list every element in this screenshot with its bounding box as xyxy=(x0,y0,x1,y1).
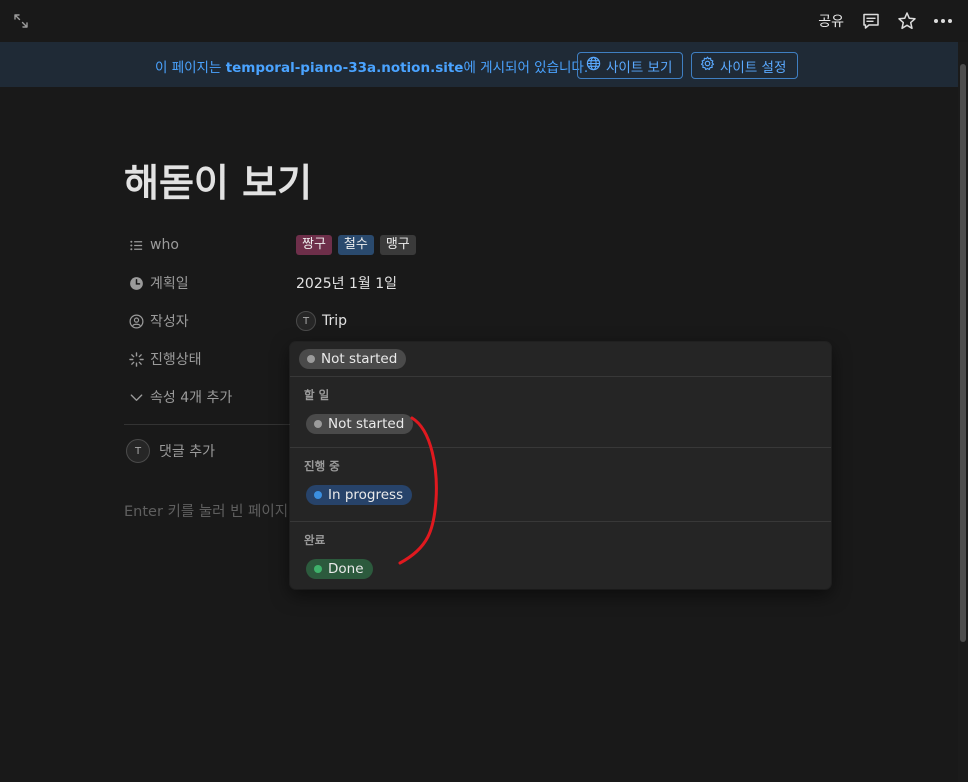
site-settings-label: 사이트 설정 xyxy=(720,59,787,76)
clock-icon xyxy=(128,275,144,291)
banner-text: 이 페이지는 temporal-piano-33a.notion.site에 게… xyxy=(155,60,589,76)
chevron-down-icon xyxy=(128,389,144,405)
avatar: T xyxy=(126,439,150,463)
add-comment-label: 댓글 추가 xyxy=(159,444,215,460)
status-option-done[interactable]: Done xyxy=(304,558,831,579)
tag: 철수 xyxy=(337,235,374,255)
avatar: T xyxy=(296,311,316,331)
status-pill[interactable]: Done xyxy=(306,559,373,579)
add-properties-button[interactable]: 속성 4개 추가 xyxy=(124,387,296,407)
status-pill[interactable]: In progress xyxy=(306,485,413,505)
add-comment-button[interactable]: T 댓글 추가 xyxy=(126,439,215,463)
published-banner: 이 페이지는 temporal-piano-33a.notion.site에 게… xyxy=(0,42,958,87)
status-group-in-progress: 진행 중 In progress xyxy=(290,448,831,522)
status-group-heading: 할 일 xyxy=(304,388,330,402)
tag: 맹구 xyxy=(379,235,416,255)
star-icon[interactable] xyxy=(896,10,918,32)
property-who: who 짱구 철수 맹구 xyxy=(124,231,584,259)
scrollbar-thumb[interactable] xyxy=(960,64,966,642)
status-search-input[interactable]: Not started xyxy=(290,342,831,377)
scrollbar[interactable] xyxy=(958,42,968,782)
property-label-planned-date[interactable]: 계획일 xyxy=(124,273,296,293)
status-option-not-started[interactable]: Not started xyxy=(304,413,831,434)
status-group-todo: 할 일 Not started xyxy=(290,377,831,448)
divider xyxy=(124,424,294,425)
status-group-heading: 완료 xyxy=(304,533,326,547)
property-value-who[interactable]: 짱구 철수 맹구 xyxy=(296,235,416,255)
person-icon xyxy=(128,313,144,329)
property-value-author[interactable]: T Trip xyxy=(296,311,347,331)
share-button[interactable]: 공유 xyxy=(816,9,846,33)
status-group-heading: 진행 중 xyxy=(304,459,340,473)
property-author: 작성자 T Trip xyxy=(124,307,584,335)
property-label-author[interactable]: 작성자 xyxy=(124,311,296,331)
property-planned-date: 계획일 2025년 1월 1일 xyxy=(124,269,584,297)
page-title[interactable]: 해돋이 보기 xyxy=(124,152,312,207)
banner-site-link[interactable]: temporal-piano-33a.notion.site xyxy=(226,60,464,76)
status-dropdown: Not started 할 일 Not started 진행 중 In prog… xyxy=(290,342,831,589)
view-site-button[interactable]: 사이트 보기 xyxy=(577,52,683,79)
list-icon xyxy=(128,237,144,253)
selected-status-pill[interactable]: Not started xyxy=(299,349,407,369)
more-icon[interactable] xyxy=(932,10,954,32)
comment-icon[interactable] xyxy=(860,10,882,32)
property-value-planned-date[interactable]: 2025년 1월 1일 xyxy=(296,273,397,293)
status-option-in-progress[interactable]: In progress xyxy=(304,484,831,505)
status-dot xyxy=(307,355,315,363)
status-dot xyxy=(314,565,322,573)
author-name: Trip xyxy=(322,313,348,329)
view-site-label: 사이트 보기 xyxy=(606,59,673,76)
globe-icon xyxy=(586,56,601,75)
property-label-who[interactable]: who xyxy=(124,237,296,253)
status-dot xyxy=(314,420,322,428)
tag: 짱구 xyxy=(296,235,332,255)
expand-icon[interactable] xyxy=(10,10,32,32)
gear-icon xyxy=(700,56,715,75)
status-pill[interactable]: Not started xyxy=(306,414,414,434)
status-dot xyxy=(314,491,322,499)
status-group-done: 완료 Done xyxy=(290,522,831,589)
body-placeholder[interactable]: Enter 키를 눌러 빈 페이지 xyxy=(124,500,290,521)
property-label-status[interactable]: 진행상태 xyxy=(124,349,296,369)
top-bar: 공유 xyxy=(0,0,968,42)
site-settings-button[interactable]: 사이트 설정 xyxy=(691,52,798,79)
status-spinner-icon xyxy=(128,351,144,367)
